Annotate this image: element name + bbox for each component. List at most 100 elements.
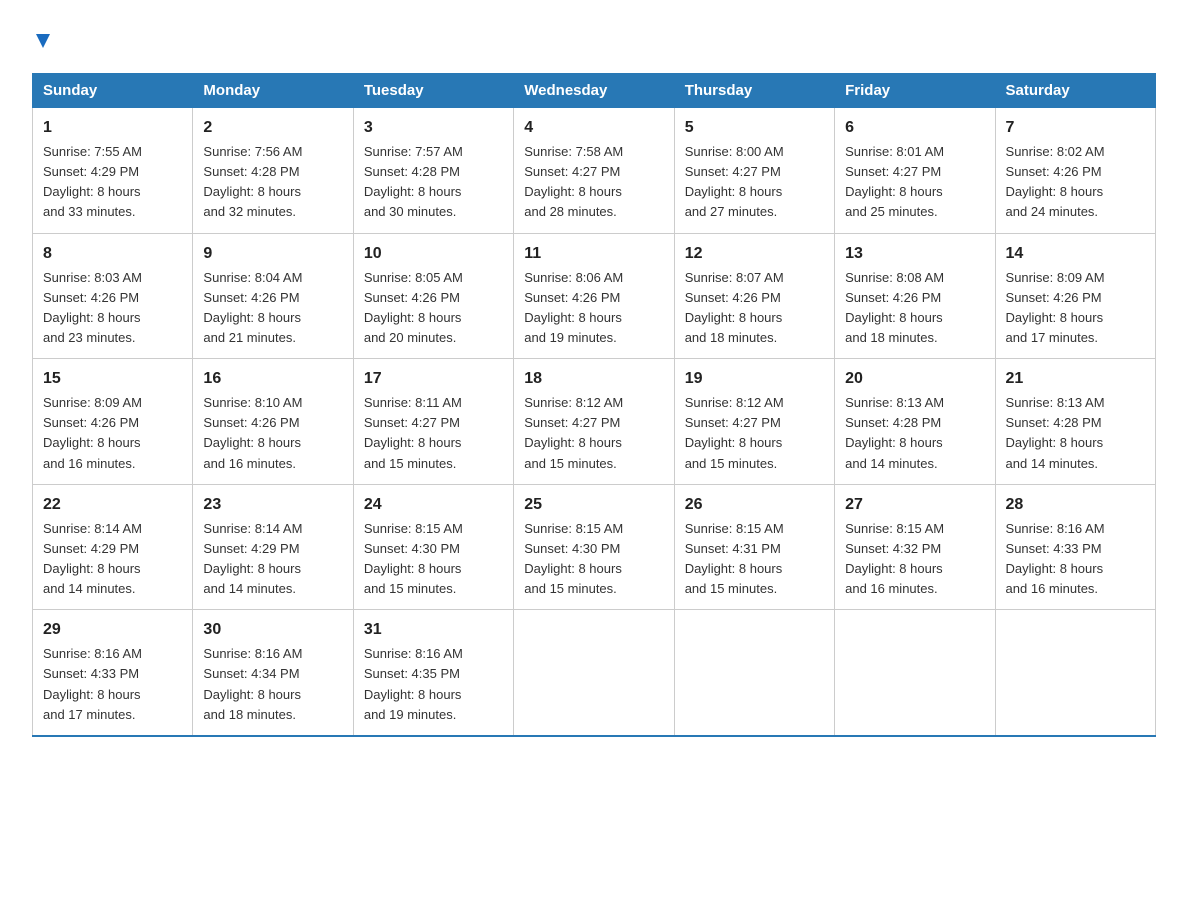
table-row: 9 Sunrise: 8:04 AMSunset: 4:26 PMDaylight… — [193, 233, 353, 359]
table-row: 8 Sunrise: 8:03 AMSunset: 4:26 PMDaylight… — [33, 233, 193, 359]
day-number: 12 — [685, 242, 824, 266]
table-row: 19 Sunrise: 8:12 AMSunset: 4:27 PMDayligh… — [674, 359, 834, 485]
day-number: 25 — [524, 493, 663, 517]
day-number: 30 — [203, 618, 342, 642]
day-info: Sunrise: 8:16 AMSunset: 4:33 PMDaylight:… — [43, 646, 142, 721]
table-row: 26 Sunrise: 8:15 AMSunset: 4:31 PMDayligh… — [674, 484, 834, 610]
calendar-week-row: 15Sunrise: 8:09 AMSunset: 4:26 PMDayligh… — [33, 359, 1156, 485]
day-number: 7 — [1006, 116, 1145, 140]
table-row: 6 Sunrise: 8:01 AMSunset: 4:27 PMDaylight… — [835, 108, 995, 234]
col-saturday: Saturday — [995, 74, 1155, 108]
day-number: 24 — [364, 493, 503, 517]
day-info: Sunrise: 8:02 AMSunset: 4:26 PMDaylight:… — [1006, 144, 1105, 219]
col-sunday: Sunday — [33, 74, 193, 108]
calendar-week-row: 22 Sunrise: 8:14 AMSunset: 4:29 PMDayligh… — [33, 484, 1156, 610]
day-info: Sunrise: 8:16 AMSunset: 4:33 PMDaylight:… — [1006, 521, 1105, 596]
day-number: 28 — [1006, 493, 1145, 517]
day-info: Sunrise: 8:15 AMSunset: 4:30 PMDaylight:… — [524, 521, 623, 596]
logo — [32, 32, 53, 55]
table-row: 16 Sunrise: 8:10 AMSunset: 4:26 PMDayligh… — [193, 359, 353, 485]
table-row: 11 Sunrise: 8:06 AMSunset: 4:26 PMDayligh… — [514, 233, 674, 359]
table-row: 25 Sunrise: 8:15 AMSunset: 4:30 PMDayligh… — [514, 484, 674, 610]
day-number: 17 — [364, 367, 503, 391]
day-info: Sunrise: 8:16 AMSunset: 4:34 PMDaylight:… — [203, 646, 302, 721]
day-info: Sunrise: 8:09 AMSunset: 4:26 PMDaylight:… — [43, 395, 142, 470]
day-info: Sunrise: 8:12 AMSunset: 4:27 PMDaylight:… — [685, 395, 784, 470]
day-info: Sunrise: 8:04 AMSunset: 4:26 PMDaylight:… — [203, 270, 302, 345]
table-row — [674, 610, 834, 736]
calendar-table: Sunday Monday Tuesday Wednesday Thursday… — [32, 73, 1156, 737]
day-number: 14 — [1006, 242, 1145, 266]
table-row: 15Sunrise: 8:09 AMSunset: 4:26 PMDayligh… — [33, 359, 193, 485]
table-row — [514, 610, 674, 736]
day-info: Sunrise: 8:12 AMSunset: 4:27 PMDaylight:… — [524, 395, 623, 470]
day-number: 9 — [203, 242, 342, 266]
table-row: 31 Sunrise: 8:16 AMSunset: 4:35 PMDayligh… — [353, 610, 513, 736]
day-number: 31 — [364, 618, 503, 642]
calendar-week-row: 1 Sunrise: 7:55 AMSunset: 4:29 PMDaylight… — [33, 108, 1156, 234]
table-row: 14 Sunrise: 8:09 AMSunset: 4:26 PMDayligh… — [995, 233, 1155, 359]
day-number: 22 — [43, 493, 182, 517]
day-info: Sunrise: 7:56 AMSunset: 4:28 PMDaylight:… — [203, 144, 302, 219]
day-number: 10 — [364, 242, 503, 266]
table-row: 29 Sunrise: 8:16 AMSunset: 4:33 PMDayligh… — [33, 610, 193, 736]
day-info: Sunrise: 8:09 AMSunset: 4:26 PMDaylight:… — [1006, 270, 1105, 345]
day-number: 6 — [845, 116, 984, 140]
day-info: Sunrise: 8:03 AMSunset: 4:26 PMDaylight:… — [43, 270, 142, 345]
day-number: 8 — [43, 242, 182, 266]
day-number: 13 — [845, 242, 984, 266]
day-number: 16 — [203, 367, 342, 391]
day-number: 1 — [43, 116, 182, 140]
day-number: 29 — [43, 618, 182, 642]
table-row: 21 Sunrise: 8:13 AMSunset: 4:28 PMDayligh… — [995, 359, 1155, 485]
table-row: 7 Sunrise: 8:02 AMSunset: 4:26 PMDaylight… — [995, 108, 1155, 234]
day-info: Sunrise: 8:13 AMSunset: 4:28 PMDaylight:… — [1006, 395, 1105, 470]
day-info: Sunrise: 8:11 AMSunset: 4:27 PMDaylight:… — [364, 395, 462, 470]
table-row: 13 Sunrise: 8:08 AMSunset: 4:26 PMDayligh… — [835, 233, 995, 359]
day-number: 20 — [845, 367, 984, 391]
table-row: 30 Sunrise: 8:16 AMSunset: 4:34 PMDayligh… — [193, 610, 353, 736]
day-info: Sunrise: 8:14 AMSunset: 4:29 PMDaylight:… — [43, 521, 142, 596]
day-info: Sunrise: 8:01 AMSunset: 4:27 PMDaylight:… — [845, 144, 944, 219]
day-number: 2 — [203, 116, 342, 140]
calendar-header-row: Sunday Monday Tuesday Wednesday Thursday… — [33, 74, 1156, 108]
table-row: 28 Sunrise: 8:16 AMSunset: 4:33 PMDayligh… — [995, 484, 1155, 610]
day-number: 23 — [203, 493, 342, 517]
table-row: 20 Sunrise: 8:13 AMSunset: 4:28 PMDayligh… — [835, 359, 995, 485]
table-row: 22 Sunrise: 8:14 AMSunset: 4:29 PMDayligh… — [33, 484, 193, 610]
day-number: 5 — [685, 116, 824, 140]
table-row: 27Sunrise: 8:15 AMSunset: 4:32 PMDayligh… — [835, 484, 995, 610]
page-header — [32, 24, 1156, 55]
day-number: 18 — [524, 367, 663, 391]
table-row: 2 Sunrise: 7:56 AMSunset: 4:28 PMDaylight… — [193, 108, 353, 234]
day-number: 26 — [685, 493, 824, 517]
day-number: 11 — [524, 242, 663, 266]
col-thursday: Thursday — [674, 74, 834, 108]
day-number: 21 — [1006, 367, 1145, 391]
day-info: Sunrise: 8:15 AMSunset: 4:32 PMDaylight:… — [845, 521, 944, 596]
table-row: 23 Sunrise: 8:14 AMSunset: 4:29 PMDayligh… — [193, 484, 353, 610]
table-row: 5Sunrise: 8:00 AMSunset: 4:27 PMDaylight… — [674, 108, 834, 234]
day-number: 4 — [524, 116, 663, 140]
day-info: Sunrise: 8:16 AMSunset: 4:35 PMDaylight:… — [364, 646, 463, 721]
day-info: Sunrise: 7:58 AMSunset: 4:27 PMDaylight:… — [524, 144, 623, 219]
day-info: Sunrise: 8:10 AMSunset: 4:26 PMDaylight:… — [203, 395, 302, 470]
day-info: Sunrise: 7:55 AMSunset: 4:29 PMDaylight:… — [43, 144, 142, 219]
day-number: 19 — [685, 367, 824, 391]
day-info: Sunrise: 8:08 AMSunset: 4:26 PMDaylight:… — [845, 270, 944, 345]
day-info: Sunrise: 8:13 AMSunset: 4:28 PMDaylight:… — [845, 395, 944, 470]
col-friday: Friday — [835, 74, 995, 108]
day-info: Sunrise: 8:15 AMSunset: 4:31 PMDaylight:… — [685, 521, 784, 596]
day-info: Sunrise: 7:57 AMSunset: 4:28 PMDaylight:… — [364, 144, 463, 219]
table-row: 17 Sunrise: 8:11 AMSunset: 4:27 PMDayligh… — [353, 359, 513, 485]
col-tuesday: Tuesday — [353, 74, 513, 108]
calendar-week-row: 29 Sunrise: 8:16 AMSunset: 4:33 PMDayligh… — [33, 610, 1156, 736]
table-row: 18 Sunrise: 8:12 AMSunset: 4:27 PMDayligh… — [514, 359, 674, 485]
day-info: Sunrise: 8:14 AMSunset: 4:29 PMDaylight:… — [203, 521, 302, 596]
day-info: Sunrise: 8:05 AMSunset: 4:26 PMDaylight:… — [364, 270, 463, 345]
table-row: 1 Sunrise: 7:55 AMSunset: 4:29 PMDaylight… — [33, 108, 193, 234]
table-row — [835, 610, 995, 736]
col-monday: Monday — [193, 74, 353, 108]
table-row: 24Sunrise: 8:15 AMSunset: 4:30 PMDayligh… — [353, 484, 513, 610]
day-info: Sunrise: 8:06 AMSunset: 4:26 PMDaylight:… — [524, 270, 623, 345]
